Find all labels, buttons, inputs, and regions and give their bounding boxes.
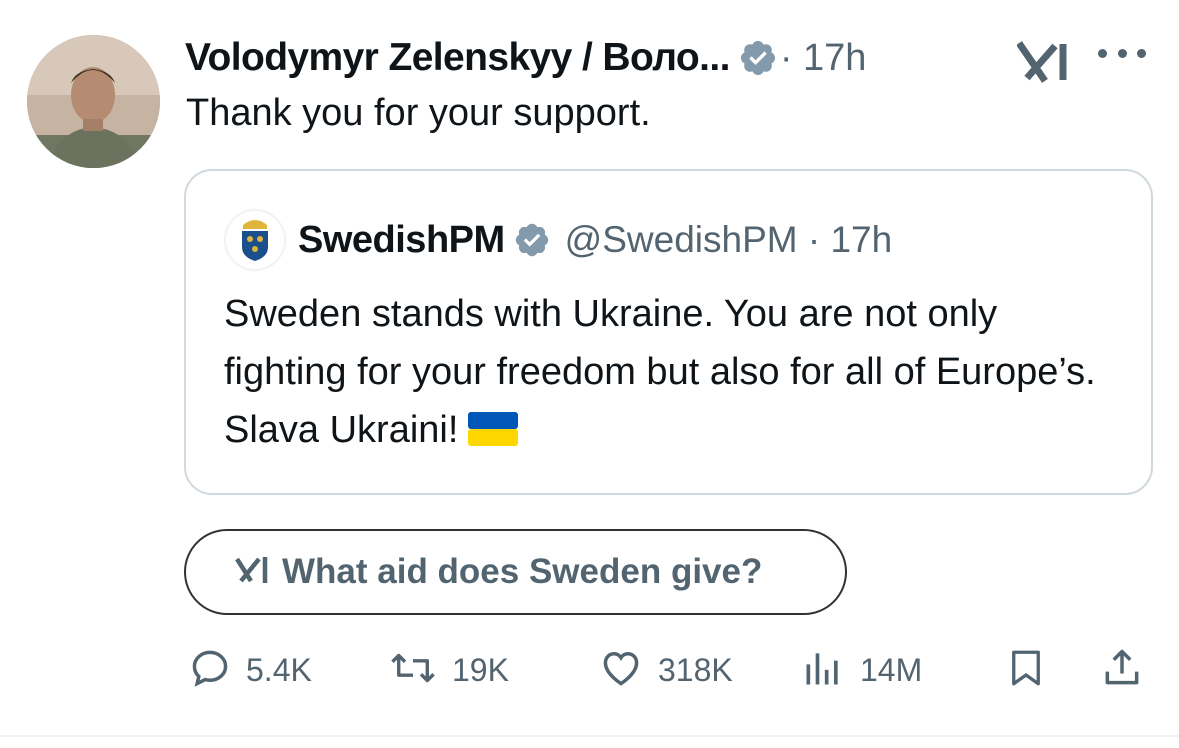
views-icon bbox=[800, 646, 846, 695]
more-icon[interactable] bbox=[1098, 42, 1146, 64]
grok-icon[interactable] bbox=[1016, 40, 1077, 84]
tweet-header: Volodymyr Zelenskyy / Воло... · 17h bbox=[185, 30, 866, 86]
reply-icon bbox=[188, 646, 232, 695]
reply-count: 5.4K bbox=[246, 651, 312, 688]
views-count: 14M bbox=[860, 651, 923, 688]
grok-icon bbox=[234, 555, 272, 590]
action-bar: 5.4K 19K 318K 14M bbox=[0, 640, 1179, 700]
author-name[interactable]: Volodymyr Zelenskyy / Воло... bbox=[185, 36, 730, 80]
author-avatar[interactable] bbox=[27, 35, 160, 168]
quote-author-avatar[interactable] bbox=[224, 209, 286, 271]
grok-prompt-label: What aid does Sweden give? bbox=[282, 552, 763, 591]
repost-icon bbox=[388, 646, 438, 695]
tweet-timestamp[interactable]: · 17h bbox=[780, 37, 867, 80]
verified-badge-icon bbox=[738, 38, 778, 78]
repost-button[interactable]: 19K bbox=[388, 640, 509, 700]
views-button[interactable]: 14M bbox=[800, 640, 922, 700]
grok-prompt-button[interactable]: What aid does Sweden give? bbox=[184, 529, 847, 615]
quoted-tweet-card[interactable]: SwedishPM @SwedishPM · 17h Sweden stands… bbox=[184, 169, 1153, 495]
bookmark-button[interactable] bbox=[1005, 640, 1047, 700]
ukraine-flag-icon bbox=[468, 405, 519, 463]
bookmark-icon bbox=[1005, 645, 1047, 696]
repost-count: 19K bbox=[452, 651, 509, 688]
quote-text: Sweden stands with Ukraine. You are not … bbox=[224, 285, 1124, 463]
reply-button[interactable]: 5.4K bbox=[188, 640, 312, 700]
share-icon bbox=[1100, 645, 1144, 696]
quote-handle-time[interactable]: @SwedishPM · 17h bbox=[565, 219, 893, 261]
like-icon bbox=[598, 646, 644, 695]
quote-author-name[interactable]: SwedishPM bbox=[298, 219, 505, 262]
quote-header: SwedishPM @SwedishPM · 17h bbox=[298, 215, 892, 265]
like-count: 318K bbox=[658, 651, 733, 688]
verified-badge-icon bbox=[513, 221, 551, 259]
like-button[interactable]: 318K bbox=[598, 640, 733, 700]
tweet-text: Thank you for your support. bbox=[186, 92, 651, 134]
quote-text-body: Sweden stands with Ukraine. You are not … bbox=[224, 293, 1096, 451]
divider bbox=[0, 735, 1179, 737]
share-button[interactable] bbox=[1100, 640, 1144, 700]
